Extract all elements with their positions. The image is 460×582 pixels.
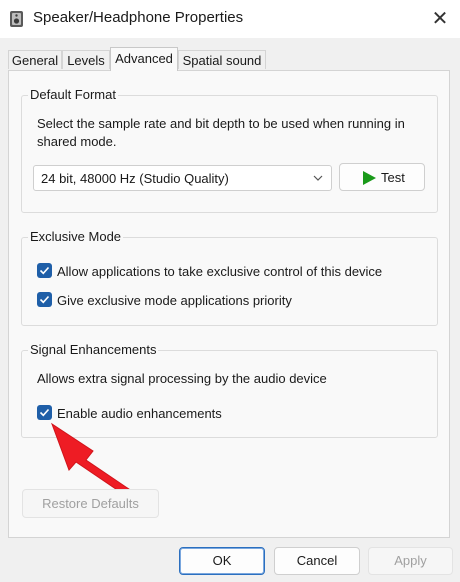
signal-enhancements-description: Allows extra signal processing by the au… xyxy=(37,371,327,386)
exclusive-priority-checkbox[interactable] xyxy=(37,292,52,307)
restore-defaults-label: Restore Defaults xyxy=(42,496,139,511)
apply-label: Apply xyxy=(394,553,427,568)
signal-enhancements-title: Signal Enhancements xyxy=(28,342,159,357)
window-title: Speaker/Headphone Properties xyxy=(33,9,244,26)
title-bar: Speaker/Headphone Properties ✕ xyxy=(0,0,460,38)
exclusive-mode-title: Exclusive Mode xyxy=(28,229,124,244)
cancel-label: Cancel xyxy=(296,553,338,568)
checkmark-icon xyxy=(39,295,50,304)
exclusive-control-checkbox[interactable] xyxy=(37,263,52,278)
play-icon xyxy=(363,171,376,185)
tab-levels[interactable]: Levels xyxy=(62,50,110,69)
exclusive-priority-label[interactable]: Give exclusive mode applications priorit… xyxy=(57,293,292,308)
speaker-icon xyxy=(10,11,23,27)
close-icon: ✕ xyxy=(431,8,449,30)
default-format-description-line2: shared mode. xyxy=(37,134,117,149)
exclusive-mode-group: Exclusive Mode xyxy=(21,229,438,326)
tab-bar: General Levels Advanced Spatial sound xyxy=(0,47,460,71)
sample-rate-value: 24 bit, 48000 Hz (Studio Quality) xyxy=(41,171,229,186)
sample-rate-select[interactable]: 24 bit, 48000 Hz (Studio Quality) xyxy=(33,165,332,191)
apply-button[interactable]: Apply xyxy=(368,547,453,575)
test-button[interactable]: Test xyxy=(339,163,425,191)
tab-general[interactable]: General xyxy=(8,50,62,69)
tab-spatial-sound[interactable]: Spatial sound xyxy=(178,50,266,69)
chevron-down-icon xyxy=(313,175,323,181)
default-format-description-line1: Select the sample rate and bit depth to … xyxy=(37,116,405,131)
exclusive-control-label[interactable]: Allow applications to take exclusive con… xyxy=(57,264,382,279)
restore-defaults-button[interactable]: Restore Defaults xyxy=(22,489,159,518)
default-format-group: Default Format xyxy=(21,87,438,213)
ok-label: OK xyxy=(212,553,232,568)
tab-advanced[interactable]: Advanced xyxy=(110,47,178,71)
ok-button[interactable]: OK xyxy=(179,547,265,575)
default-format-title: Default Format xyxy=(28,87,118,102)
cancel-button[interactable]: Cancel xyxy=(274,547,360,575)
checkmark-icon xyxy=(39,266,50,275)
test-button-label: Test xyxy=(381,170,405,185)
close-button[interactable]: ✕ xyxy=(428,6,452,32)
